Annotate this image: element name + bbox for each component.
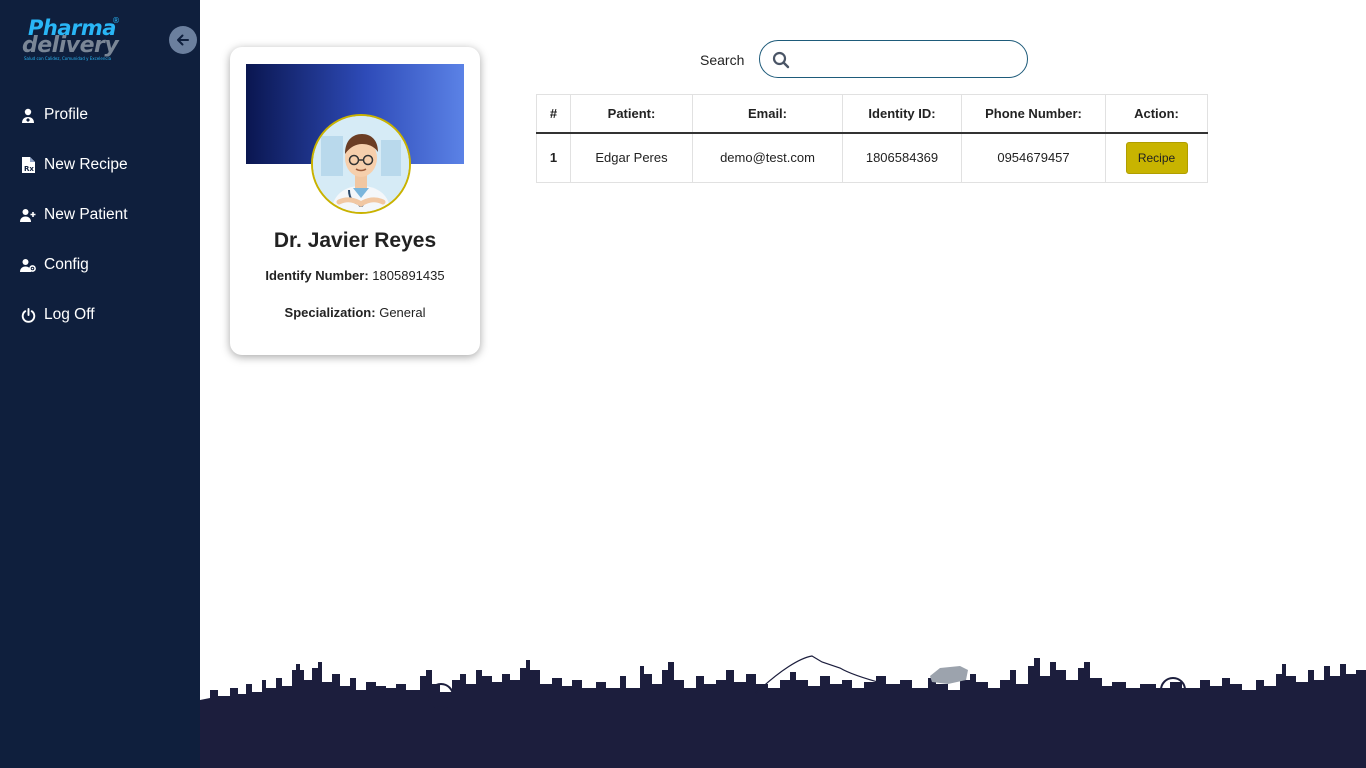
specialization-value: General — [379, 305, 426, 320]
doctor-name: Dr. Javier Reyes — [273, 229, 437, 252]
column-header-phone-number: Phone Number: — [961, 94, 1106, 134]
file-prescription-icon: Rx — [20, 157, 36, 173]
cell-email: demo@test.com — [692, 132, 843, 183]
user-doctor-icon — [20, 107, 36, 123]
sidebar-item-label: Profile — [44, 106, 88, 123]
cell-phone-number: 0954679457 — [961, 132, 1106, 183]
logo-tagline: Salud con Calidez, Comunidad y Excelenci… — [24, 56, 112, 61]
doctor-profile-card: Dr. Javier Reyes Identify Number: 180589… — [230, 47, 480, 355]
pharma-delivery-logo[interactable]: Pharma ® delivery Salud con Calidez, Com… — [18, 16, 120, 64]
column-header-number: # — [536, 94, 571, 134]
sidebar-item-profile[interactable]: Profile — [0, 90, 200, 140]
identify-number: Identify Number: 1805891435 — [230, 268, 480, 283]
cell-number: 1 — [536, 132, 571, 183]
search-label: Search — [700, 52, 745, 68]
arrow-left-icon — [177, 34, 189, 46]
sidebar-item-new-patient[interactable]: New Patient — [0, 190, 200, 240]
sidebar-item-label: New Patient — [44, 206, 128, 223]
column-header-action: Action: — [1105, 94, 1208, 134]
search-input[interactable] — [800, 47, 1020, 71]
cell-action: Recipe — [1105, 132, 1208, 183]
cell-patient: Edgar Peres — [570, 132, 693, 183]
city-skyline-illustration — [200, 655, 1366, 768]
svg-text:Rx: Rx — [24, 165, 34, 173]
sidebar-item-label: New Recipe — [44, 156, 128, 173]
logo-mark: ® — [112, 16, 120, 25]
table-header-row: # Patient: Email: Identity ID: Phone Num… — [536, 94, 1208, 134]
logo-text-secondary: delivery — [22, 33, 119, 58]
column-header-email: Email: — [692, 94, 843, 134]
sidebar-item-label: Log Off — [44, 306, 95, 323]
user-gear-icon — [20, 257, 36, 273]
doctor-illustration-icon — [313, 116, 409, 212]
sidebar-nav: Profile Rx New Recipe New Patient Config… — [0, 90, 200, 340]
user-plus-icon — [20, 207, 36, 223]
identify-number-value: 1805891435 — [372, 268, 445, 283]
table-row: 1 Edgar Peres demo@test.com 1806584369 0… — [536, 132, 1208, 183]
identify-number-label: Identify Number: — [265, 268, 369, 283]
sidebar-item-new-recipe[interactable]: Rx New Recipe — [0, 140, 200, 190]
column-header-identity-id: Identity ID: — [842, 94, 962, 134]
power-icon — [20, 307, 36, 323]
cell-identity-id: 1806584369 — [842, 132, 962, 183]
doctor-avatar — [311, 114, 411, 214]
sidebar-item-label: Config — [44, 256, 89, 273]
sidebar-item-config[interactable]: Config — [0, 240, 200, 290]
sidebar: Pharma ® delivery Salud con Calidez, Com… — [0, 0, 200, 768]
specialization-label: Specialization: — [284, 305, 376, 320]
search-icon — [772, 51, 790, 69]
column-header-patient: Patient: — [570, 94, 693, 134]
sidebar-item-log-off[interactable]: Log Off — [0, 290, 200, 340]
search-box[interactable] — [759, 40, 1028, 78]
collapse-sidebar-button[interactable] — [169, 26, 197, 54]
recipe-button[interactable]: Recipe — [1125, 141, 1188, 174]
patients-table: # Patient: Email: Identity ID: Phone Num… — [536, 94, 1208, 183]
specialization: Specialization: General — [230, 305, 480, 320]
